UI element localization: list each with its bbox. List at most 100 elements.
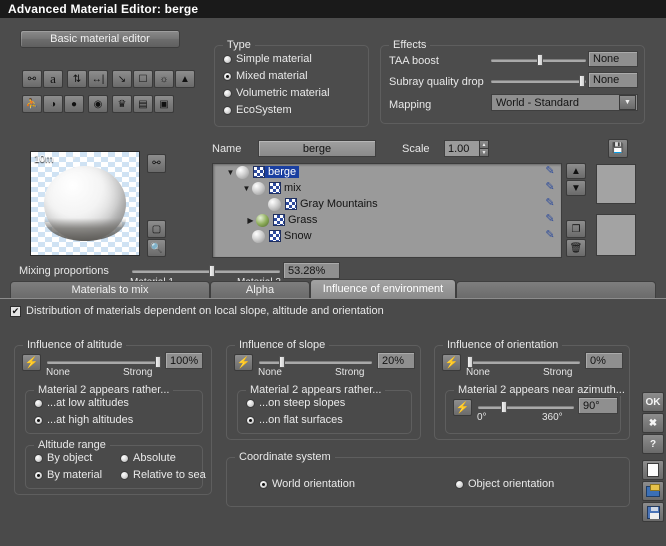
taa-boost-value[interactable]: None: [588, 51, 638, 67]
bump-arrow-icon[interactable]: ⇅: [67, 70, 87, 88]
load-material-icon[interactable]: 💾: [608, 139, 628, 158]
chevron-down-icon[interactable]: ▼: [619, 95, 636, 110]
orientation-value[interactable]: 0%: [585, 352, 623, 369]
radio-label: By object: [47, 452, 93, 464]
expand-arrow-down-icon[interactable]: ▼: [241, 184, 252, 193]
material-preview[interactable]: 10m ▼: [30, 151, 140, 256]
radio-by-material[interactable]: By material: [34, 469, 102, 481]
slope-value[interactable]: 20%: [377, 352, 415, 369]
radio-by-object[interactable]: By object: [34, 452, 92, 464]
pencil-icon[interactable]: ✎: [543, 165, 557, 178]
azimuth-animate-icon[interactable]: ⚡: [453, 399, 472, 416]
material-tree[interactable]: ▼ berge ✎ ▼ mix ✎ Gray Mountains ✎ ▶ Gra…: [212, 163, 562, 258]
scale-stepper[interactable]: ▲ ▼: [479, 140, 489, 157]
function-curve-icon[interactable]: ↘: [112, 70, 132, 88]
pencil-icon[interactable]: ✎: [543, 213, 557, 226]
preview-shape-icon[interactable]: ▢: [147, 220, 166, 238]
slider-thumb[interactable]: [579, 75, 586, 87]
mapping-dropdown[interactable]: World - Standard ▼: [491, 94, 638, 111]
sphere-plain-icon[interactable]: ◉: [88, 95, 108, 113]
terrain-icon[interactable]: ▲: [175, 70, 195, 88]
half-sphere-icon[interactable]: ◑: [43, 95, 63, 113]
action-button-rail: OK ✖ ?: [642, 392, 666, 523]
mixing-proportions-slider[interactable]: [132, 265, 280, 277]
zoom-icon[interactable]: 🔍: [147, 239, 166, 257]
basic-material-editor-button[interactable]: Basic material editor: [20, 30, 180, 48]
tree-row[interactable]: Snow ✎: [213, 228, 561, 244]
slider-thumb[interactable]: [501, 401, 508, 413]
open-folder-icon[interactable]: [642, 481, 664, 501]
animation-z-icon[interactable]: ▣: [154, 95, 174, 113]
new-document-icon[interactable]: [642, 460, 664, 480]
cancel-button[interactable]: ✖: [642, 413, 664, 433]
slope-animate-icon[interactable]: ⚡: [234, 354, 253, 371]
radio-at-high-altitudes[interactable]: ...at high altitudes: [34, 414, 133, 426]
radio-at-low-altitudes[interactable]: ...at low altitudes: [34, 397, 129, 409]
name-input[interactable]: berge: [258, 140, 376, 157]
altitude-animate-icon[interactable]: ⚡: [22, 354, 41, 371]
material-slot-1[interactable]: [596, 164, 636, 204]
tree-row[interactable]: ▼ mix ✎: [213, 180, 561, 196]
orientation-animate-icon[interactable]: ⚡: [442, 354, 461, 371]
orientation-slider-max-label: Strong: [543, 367, 573, 378]
chevron-down-icon[interactable]: ▼: [71, 156, 77, 162]
save-disk-icon[interactable]: [642, 502, 664, 522]
subray-quality-drop-value[interactable]: None: [588, 72, 638, 88]
material-slot-2[interactable]: [596, 214, 636, 256]
stepper-up-icon[interactable]: ▲: [479, 140, 489, 149]
preview-sphere: [43, 166, 127, 241]
tab-alpha[interactable]: Alpha: [210, 281, 310, 298]
walking-figure-icon[interactable]: ⛹: [22, 95, 42, 113]
azimuth-value[interactable]: 90°: [578, 397, 618, 414]
tab-materials-to-mix[interactable]: Materials to mix: [10, 281, 210, 298]
animation-delete-icon[interactable]: ▤: [133, 95, 153, 113]
light-bulb-icon[interactable]: ☼: [154, 70, 174, 88]
taa-boost-slider[interactable]: [491, 54, 586, 66]
radio-mixed-material[interactable]: Mixed material: [223, 70, 308, 82]
tree-row[interactable]: Gray Mountains ✎: [213, 196, 561, 212]
bounding-box-icon[interactable]: ☐: [133, 70, 153, 88]
duplicate-icon[interactable]: ❐: [566, 220, 586, 238]
pencil-icon[interactable]: ✎: [543, 229, 557, 242]
tree-row[interactable]: ▼ berge ✎: [213, 164, 561, 180]
expand-arrow-right-icon[interactable]: ▶: [245, 216, 256, 225]
help-button[interactable]: ?: [642, 434, 664, 454]
radio-simple-material[interactable]: Simple material: [223, 53, 312, 65]
shuffle-icon[interactable]: ⚯: [22, 70, 42, 88]
material-sphere-icon: [252, 181, 265, 195]
move-down-icon[interactable]: ▼: [566, 180, 586, 196]
expand-arrow-down-icon[interactable]: ▼: [225, 168, 236, 177]
radio-relative-to-sea[interactable]: Relative to sea: [120, 469, 206, 481]
width-arrow-icon[interactable]: ↔|: [88, 70, 108, 88]
radio-dot: [455, 479, 464, 489]
subray-quality-drop-slider[interactable]: [491, 75, 586, 87]
ok-button[interactable]: OK: [642, 392, 664, 412]
move-up-icon[interactable]: ▲: [566, 163, 586, 179]
terrain-plant-icon[interactable]: ♛: [112, 95, 132, 113]
altitude-value[interactable]: 100%: [165, 352, 203, 369]
radio-world-orientation[interactable]: World orientation: [259, 478, 355, 490]
distribution-checkbox-row[interactable]: ✔ Distribution of materials dependent on…: [10, 305, 384, 317]
radio-ecosystem[interactable]: EcoSystem: [223, 104, 292, 116]
radio-on-flat-surfaces[interactable]: ...on flat surfaces: [246, 414, 343, 426]
tab-influence-of-environment[interactable]: Influence of environment: [310, 279, 456, 298]
distribution-checkbox[interactable]: ✔: [10, 305, 21, 317]
mixing-proportions-value[interactable]: 53.28%: [283, 262, 340, 279]
pencil-icon[interactable]: ✎: [543, 181, 557, 194]
radio-volumetric-material[interactable]: Volumetric material: [223, 87, 330, 99]
radio-absolute[interactable]: Absolute: [120, 452, 176, 464]
stepper-down-icon[interactable]: ▼: [479, 149, 489, 157]
slider-thumb[interactable]: [208, 265, 215, 277]
delete-icon[interactable]: 🗑: [566, 239, 586, 257]
radio-on-steep-slopes[interactable]: ...on steep slopes: [246, 397, 345, 409]
randomize-icon[interactable]: ⚯: [147, 154, 166, 173]
slider-thumb[interactable]: [155, 356, 162, 368]
text-a-icon[interactable]: a: [43, 70, 63, 88]
tool-row-1: ⚯ a ⇅ ↔| ↘ ☐ ☼ ▲: [22, 70, 195, 88]
altitude-appears-group: Material 2 appears rather... ...at low a…: [25, 384, 203, 434]
radio-object-orientation[interactable]: Object orientation: [455, 478, 554, 490]
tree-row[interactable]: ▶ Grass ✎: [213, 212, 561, 228]
sphere-shadow-icon[interactable]: ●: [64, 95, 84, 113]
pencil-icon[interactable]: ✎: [543, 197, 557, 210]
slider-thumb[interactable]: [536, 54, 543, 66]
